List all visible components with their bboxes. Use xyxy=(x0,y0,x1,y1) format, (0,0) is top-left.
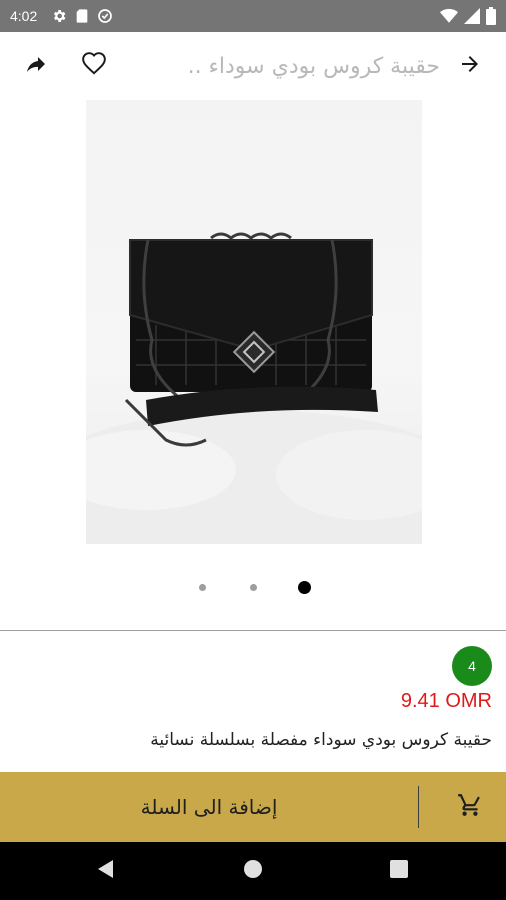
pager-dot-3-active[interactable] xyxy=(298,581,311,594)
status-bar: 4:02 xyxy=(0,0,506,32)
top-toolbar: حقيبة كروس بودي سوداء .. xyxy=(0,32,506,100)
status-time: 4:02 xyxy=(10,8,38,24)
nav-back-button[interactable] xyxy=(76,842,136,900)
image-pager-indicator xyxy=(0,580,506,594)
heart-icon xyxy=(81,51,107,81)
divider xyxy=(0,630,506,631)
cart-icon xyxy=(457,792,483,822)
sync-icon xyxy=(97,8,113,24)
product-name: حقيبة كروس بودي سوداء مفصلة بسلسلة نسائي… xyxy=(150,730,492,750)
favorite-button[interactable] xyxy=(74,46,114,86)
cart-divider xyxy=(418,786,419,828)
recents-icon xyxy=(390,860,408,882)
gear-icon xyxy=(51,8,67,24)
pager-dot-2[interactable] xyxy=(250,584,257,591)
signal-icon xyxy=(464,8,480,24)
back-button[interactable] xyxy=(450,46,490,86)
rating-badge: 4 xyxy=(452,646,492,686)
wifi-icon xyxy=(440,8,458,24)
product-price: 9.41 OMR xyxy=(400,690,492,712)
pager-dot-1[interactable] xyxy=(199,584,206,591)
add-to-cart-button[interactable]: إضافة الى السلة xyxy=(0,772,418,842)
nav-home-button[interactable] xyxy=(223,842,283,900)
nav-recents-button[interactable] xyxy=(369,842,429,900)
page-title: حقيبة كروس بودي سوداء .. xyxy=(187,53,440,79)
share-icon xyxy=(24,52,48,80)
battery-icon xyxy=(486,7,496,25)
system-nav-bar xyxy=(0,842,506,900)
add-to-cart-bar: إضافة الى السلة xyxy=(0,772,506,842)
share-button[interactable] xyxy=(16,46,56,86)
arrow-forward-icon xyxy=(458,52,482,80)
cart-button[interactable] xyxy=(440,787,500,827)
product-image[interactable] xyxy=(86,100,422,544)
sd-card-icon xyxy=(75,8,89,24)
home-icon xyxy=(243,859,263,883)
back-icon xyxy=(96,859,116,883)
